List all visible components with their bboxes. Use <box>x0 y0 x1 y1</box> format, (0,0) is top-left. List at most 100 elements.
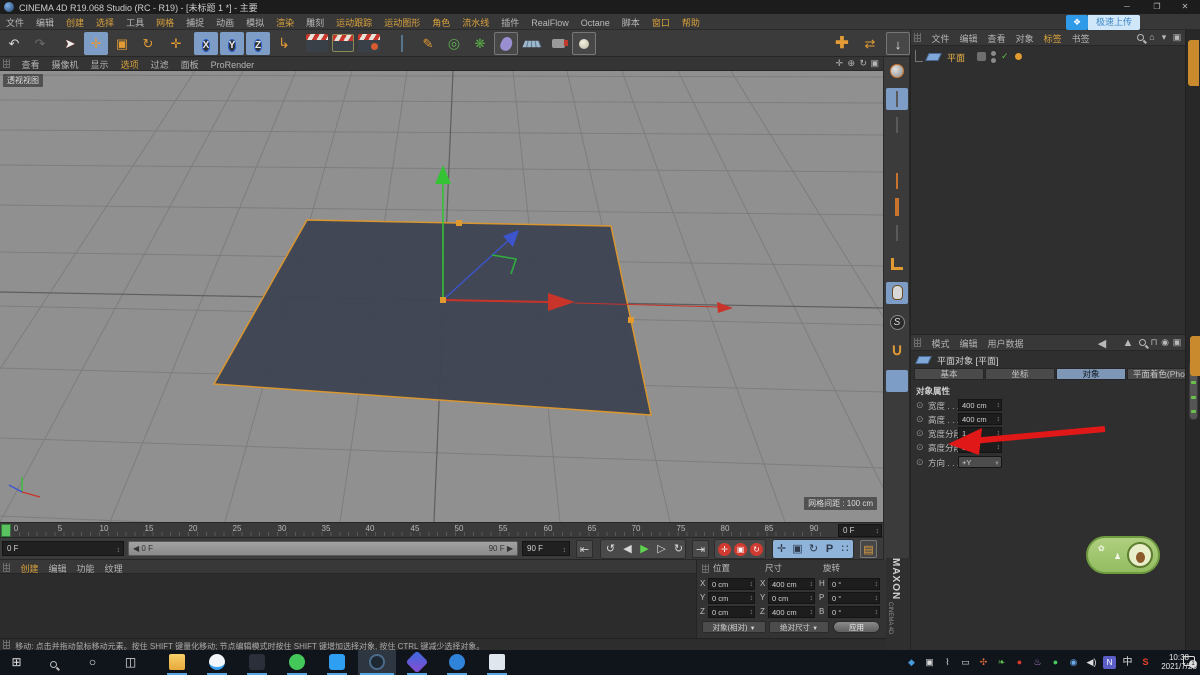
menu-mesh[interactable]: 网格 <box>150 14 180 31</box>
rotate-view-icon[interactable]: ↻ <box>859 58 867 69</box>
panel-pin-icon[interactable]: ▣ <box>1171 32 1183 43</box>
redo-button[interactable]: ↷ <box>28 32 52 55</box>
record-rotation-button[interactable]: ↻ <box>748 540 765 558</box>
layers-tab[interactable] <box>1190 336 1200 376</box>
mat-menu-edit[interactable]: 编辑 <box>44 560 72 577</box>
previous-key-button[interactable]: ↺ <box>602 540 619 558</box>
key-parameter-toggle[interactable]: P <box>821 540 838 558</box>
am-menu-edit[interactable]: 编辑 <box>955 335 983 352</box>
texture-mode-button[interactable] <box>886 114 908 136</box>
menu-simulate[interactable]: 模拟 <box>240 14 270 31</box>
size-y-input[interactable]: 0 cm↕ <box>768 592 815 604</box>
start-button[interactable]: ⊞ <box>8 654 25 671</box>
pos-z-input[interactable]: 0 cm↕ <box>708 606 755 618</box>
grip-icon[interactable] <box>914 338 921 347</box>
anim-dot-icon[interactable]: ⊙ <box>916 428 924 439</box>
tray-screenshot-icon[interactable]: ▣ <box>923 656 936 669</box>
ruler-frame-field[interactable]: 0 F↕ <box>838 524 882 537</box>
size-mode-dropdown[interactable]: 绝对尺寸 ▼ <box>769 621 829 633</box>
key-pla-toggle[interactable]: ∷ <box>837 540 854 558</box>
render-to-picture-viewer-button[interactable] <box>332 34 354 52</box>
go-to-start-button[interactable]: ⇤ <box>576 540 593 558</box>
spinner-icon[interactable]: ↕ <box>876 526 880 537</box>
viewport-menu-view[interactable]: 查看 <box>16 57 46 72</box>
model-mode-button[interactable] <box>886 88 908 110</box>
move-tool[interactable]: ✛ <box>84 32 108 55</box>
viewport-menu-options[interactable]: 选项 <box>115 57 145 72</box>
rot-p-input[interactable]: 0 °↕ <box>828 592 880 604</box>
add-spline-pen-button[interactable]: ✎ <box>416 32 440 55</box>
menu-file[interactable]: 文件 <box>0 14 30 31</box>
maximize-button[interactable]: ❐ <box>1144 0 1170 13</box>
taskbar-app-wechat[interactable] <box>278 650 316 675</box>
anim-dot-icon[interactable]: ⊙ <box>916 442 924 453</box>
maximize-view-icon[interactable]: ▣ <box>870 58 879 69</box>
history-icon[interactable]: ◉ <box>1159 337 1171 348</box>
lock-z-axis-button[interactable]: Z <box>246 32 270 55</box>
align-workplane-button[interactable] <box>886 396 908 418</box>
viewport-menu-cameras[interactable]: 摄像机 <box>46 57 85 72</box>
enabled-check-icon[interactable]: ✓ <box>1001 51 1009 62</box>
pos-x-input[interactable]: 0 cm↕ <box>708 578 755 590</box>
points-mode-button[interactable] <box>886 170 908 192</box>
home-icon[interactable]: ⌂ <box>1146 32 1158 42</box>
coordinate-system-button[interactable]: ↳ <box>272 32 296 55</box>
menu-character[interactable]: 角色 <box>426 14 456 31</box>
object-name[interactable]: 平面 <box>947 51 965 64</box>
tray-cloud-icon[interactable]: ◉ <box>1067 656 1080 669</box>
om-menu-view[interactable]: 查看 <box>983 30 1011 47</box>
viewport-solo-button[interactable] <box>886 282 908 304</box>
tray-security-shield-icon[interactable]: ◆ <box>905 656 918 669</box>
grip-icon[interactable] <box>3 563 10 572</box>
panel-pin-icon[interactable]: ▣ <box>1171 337 1183 348</box>
viewport-menu-prorender[interactable]: ProRender <box>205 59 261 71</box>
add-generator-button[interactable]: ❋ <box>468 32 492 55</box>
spinner-icon[interactable]: ↕ <box>117 544 121 557</box>
menu-help[interactable]: 帮助 <box>676 14 706 31</box>
scale-tool[interactable]: ▣ <box>110 32 134 55</box>
add-camera-button[interactable] <box>546 32 570 55</box>
go-to-end-button[interactable]: ⇥ <box>692 540 709 558</box>
rot-h-input[interactable]: 0 °↕ <box>828 578 880 590</box>
pan-view-icon[interactable]: ✛ <box>835 58 843 69</box>
last-tool-button[interactable]: ✛ <box>164 32 188 55</box>
add-subdivision-surface-button[interactable]: ◎ <box>442 32 466 55</box>
tray-volume-icon[interactable]: ◀) <box>1085 656 1098 669</box>
om-menu-objects[interactable]: 对象 <box>1011 30 1039 47</box>
menu-script[interactable]: 脚本 <box>616 14 646 31</box>
menu-sculpt[interactable]: 雕刻 <box>300 14 330 31</box>
om-menu-file[interactable]: 文件 <box>927 30 955 47</box>
record-scale-button[interactable]: ▣ <box>732 540 749 558</box>
render-view-button[interactable] <box>306 34 328 52</box>
world-coordinates-icon[interactable] <box>886 60 908 82</box>
render-visibility-dot[interactable] <box>991 58 996 63</box>
add-light-button[interactable] <box>572 32 596 55</box>
menu-plugins[interactable]: 插件 <box>495 14 525 31</box>
next-key-button[interactable]: ↻ <box>670 540 687 558</box>
tab-coordinates[interactable]: 坐标 <box>985 368 1055 380</box>
editor-visibility-dot[interactable] <box>991 51 996 56</box>
tray-cup-icon[interactable]: ♨ <box>1031 656 1044 669</box>
viewport-menu-filter[interactable]: 过滤 <box>145 57 175 72</box>
viewport-menu-panel[interactable]: 面板 <box>175 57 205 72</box>
close-button[interactable]: ✕ <box>1172 0 1198 13</box>
polygons-mode-button[interactable] <box>886 222 908 244</box>
tray-display-icon[interactable]: ▭ <box>959 656 972 669</box>
size-x-input[interactable]: 400 cm↕ <box>768 578 815 590</box>
search-icon[interactable] <box>1139 339 1146 346</box>
split-arrows-button[interactable]: ⇄ <box>858 32 882 55</box>
mat-menu-texture[interactable]: 纹理 <box>100 560 128 577</box>
spinner-icon[interactable]: ↕ <box>563 544 567 557</box>
menu-edit[interactable]: 编辑 <box>30 14 60 31</box>
taskbar-app-explorer[interactable] <box>158 650 196 675</box>
menu-render[interactable]: 渲染 <box>270 14 300 31</box>
taskbar-app-docs[interactable] <box>318 650 356 675</box>
menu-mograph[interactable]: 运动图形 <box>378 14 426 31</box>
perspective-viewport[interactable]: 透视视图 网格间距 : 100 cm <box>0 71 883 522</box>
frame-range-slider[interactable]: ◀ 0 F 90 F ▶ <box>128 541 518 556</box>
viewport-view-label[interactable]: 透视视图 <box>3 74 43 87</box>
key-position-toggle[interactable]: ✛ <box>773 540 790 558</box>
anim-dot-icon[interactable]: ⊙ <box>916 400 924 411</box>
layer-icon[interactable] <box>977 52 986 61</box>
tray-wechat-icon[interactable]: ● <box>1049 656 1062 669</box>
